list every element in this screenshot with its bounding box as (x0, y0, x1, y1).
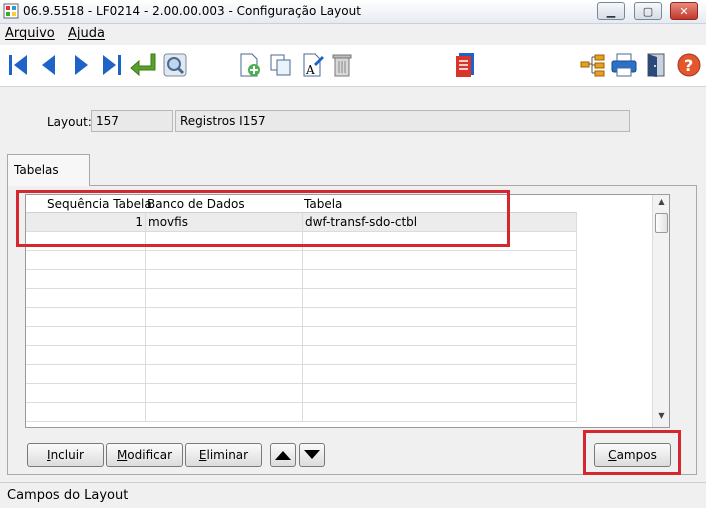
empty-row[interactable] (26, 327, 577, 346)
menu-bar: Arquivo Ajuda (0, 24, 706, 44)
scroll-up-icon[interactable]: ▲ (653, 197, 669, 213)
menu-arquivo[interactable]: Arquivo (5, 26, 55, 41)
help-icon[interactable]: ? (674, 50, 704, 80)
exit-icon[interactable] (641, 50, 671, 80)
window-title: 06.9.5518 - LF0214 - 2.00.00.003 - Confi… (23, 4, 361, 18)
grid-scrollbar[interactable]: ▲ ▼ (652, 195, 669, 427)
goto-icon[interactable] (128, 50, 158, 80)
scroll-down-icon[interactable]: ▼ (653, 411, 669, 427)
last-record-icon[interactable] (97, 50, 127, 80)
first-record-icon[interactable] (3, 50, 33, 80)
layout-label: Layout: (47, 115, 92, 129)
cell-sequence: 1 (26, 213, 146, 232)
grid-header: Sequência Tabela Banco de Dados Tabela (26, 195, 577, 213)
modificar-label: odificar (127, 448, 173, 462)
copy-record-icon[interactable] (266, 50, 296, 80)
move-up-button[interactable] (270, 443, 296, 467)
empty-row[interactable] (26, 365, 577, 384)
maximize-button[interactable]: ▢ (634, 2, 662, 20)
arrow-up-icon (275, 451, 291, 460)
cell-table: dwf-transf-sdo-ctbl (303, 213, 577, 232)
incluir-label: ncluir (50, 448, 84, 462)
report-icon[interactable] (451, 50, 481, 80)
campos-label: ampos (616, 448, 657, 462)
close-button[interactable]: ✕ (670, 2, 698, 20)
tab-tabelas[interactable]: Tabelas (7, 154, 90, 186)
column-header-database[interactable]: Banco de Dados (147, 197, 245, 211)
tables-grid[interactable]: Sequência Tabela Banco de Dados Tabela 1… (25, 194, 670, 428)
empty-row[interactable] (26, 384, 577, 403)
menu-ajuda[interactable]: Ajuda (68, 26, 105, 41)
search-icon[interactable] (160, 50, 190, 80)
next-record-icon[interactable] (66, 50, 96, 80)
delete-record-icon[interactable] (327, 50, 357, 80)
status-bar: Campos do Layout (0, 482, 706, 508)
empty-row[interactable] (26, 251, 577, 270)
layout-code-field[interactable]: 157 (91, 110, 173, 132)
modificar-button[interactable]: Modificar (106, 443, 183, 467)
edit-record-icon[interactable]: A (298, 50, 328, 80)
layout-description-field: Registros I157 (175, 110, 630, 132)
campos-mnemonic: C (608, 448, 617, 462)
cell-database: movfis (146, 213, 303, 232)
eliminar-button[interactable]: Eliminar (185, 443, 262, 467)
help-glyph: ? (684, 56, 693, 75)
previous-record-icon[interactable] (34, 50, 64, 80)
campos-button[interactable]: Campos (594, 443, 671, 467)
column-header-sequence[interactable]: Sequência Tabela (47, 197, 152, 211)
toolbar: A ? (0, 45, 706, 87)
empty-row[interactable] (26, 289, 577, 308)
status-text: Campos do Layout (7, 488, 129, 503)
eliminar-mnemonic: E (198, 448, 207, 462)
eliminar-label: liminar (206, 448, 249, 462)
new-record-icon[interactable] (234, 50, 264, 80)
empty-row[interactable] (26, 270, 577, 289)
incluir-button[interactable]: Incluir (27, 443, 104, 467)
arrow-down-icon (304, 450, 320, 459)
scroll-thumb[interactable] (655, 213, 668, 233)
minimize-button[interactable]: ▁ (597, 2, 625, 20)
main-panel: Layout: 157 Registros I157 Tabelas Sequê… (0, 88, 706, 480)
title-bar: 06.9.5518 - LF0214 - 2.00.00.003 - Confi… (0, 0, 706, 24)
print-icon[interactable] (609, 50, 639, 80)
tree-icon[interactable] (578, 50, 608, 80)
empty-row[interactable] (26, 308, 577, 327)
empty-row[interactable] (26, 403, 577, 422)
modificar-mnemonic: M (116, 448, 128, 462)
move-down-button[interactable] (299, 443, 325, 467)
app-icon (3, 3, 19, 19)
table-row[interactable]: 1 movfis dwf-transf-sdo-ctbl (26, 213, 577, 232)
empty-row[interactable] (26, 232, 577, 251)
column-header-table[interactable]: Tabela (304, 197, 342, 211)
svg-text:A: A (305, 63, 315, 77)
empty-row[interactable] (26, 346, 577, 365)
